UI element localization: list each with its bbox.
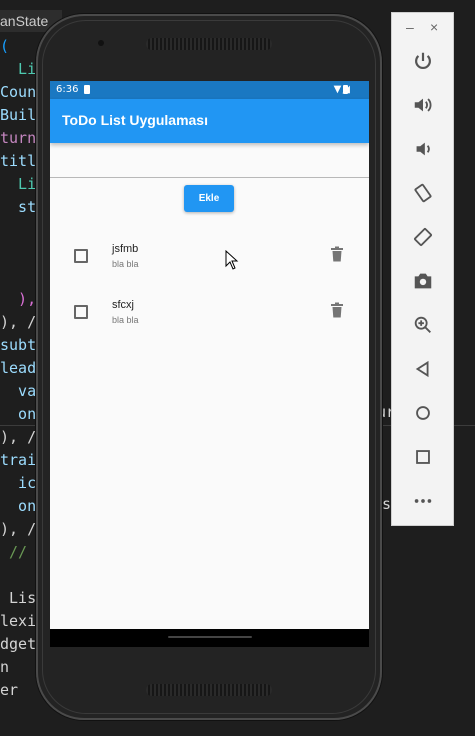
screenshot-button[interactable] [405,265,441,297]
volume-down-icon [416,142,430,156]
back-button[interactable] [405,353,441,385]
code-line: ), / [0,313,37,331]
phone-frame: 6:36 ▼◢ ToDo List Uygulaması Ekle jsfmb b… [36,14,382,720]
code-line: ), / [0,428,37,446]
code-line: n [0,658,10,676]
code-line: turn [0,129,37,147]
todo-subtitle: bla bla [112,315,139,325]
volume-up-button[interactable] [405,89,441,121]
back-icon [415,360,429,378]
code-line: on [0,497,37,515]
zoom-icon [414,316,431,333]
volume-up-icon [414,98,432,112]
code-line: subt [0,336,37,354]
top-speaker [146,38,272,50]
code-line: Buil [0,106,37,124]
code-line: st [0,198,37,216]
code-line: // [0,543,28,561]
status-time: 6:36 [56,84,79,95]
code-line: Li [0,175,37,193]
app-title: ToDo List Uygulaması [62,112,208,128]
sd-card-icon [84,85,90,94]
bottom-speaker [146,684,272,696]
mouse-cursor-icon [225,250,239,270]
front-camera [98,40,104,46]
code-line: lead [0,359,37,377]
code-fragment: s [382,495,392,513]
code-line: er [0,681,19,699]
rotate-left-button[interactable] [405,177,441,209]
gesture-handle[interactable] [168,636,252,638]
code-line: ), [0,290,37,308]
navigation-bar [50,629,369,647]
power-icon [415,52,431,70]
volume-down-button[interactable] [405,133,441,165]
todo-item[interactable]: jsfmb bla bla [50,234,369,282]
code-line: ( [0,37,10,55]
add-button[interactable]: Ekle [184,185,234,212]
todo-title: jsfmb [112,243,139,255]
more-button[interactable] [405,485,441,517]
home-icon [416,406,430,420]
todo-checkbox[interactable] [74,249,88,263]
code-line: on [0,405,37,423]
code-line: ), / [0,520,37,538]
home-button[interactable] [405,397,441,429]
minimize-button[interactable]: – [406,19,414,35]
close-button[interactable]: × [430,19,438,35]
more-icon [414,499,432,503]
emulator-toolbar: – × [391,12,454,526]
rotate-right-button[interactable] [405,221,441,253]
overview-button[interactable] [405,441,441,473]
power-button[interactable] [405,45,441,77]
rotate-right-icon [414,228,432,246]
app-bar: ToDo List Uygulaması [50,99,369,143]
code-line: va [0,382,37,400]
todo-subtitle: bla bla [112,259,139,269]
todo-item[interactable]: sfcxj bla bla [50,290,369,338]
delete-icon[interactable] [330,246,344,262]
delete-icon[interactable] [330,302,344,318]
code-line: Coun [0,83,37,101]
todo-title: sfcxj [112,299,134,311]
todo-checkbox[interactable] [74,305,88,319]
screenshot-icon [414,273,432,289]
overview-icon [416,450,430,464]
code-line: ic [0,474,37,492]
zoom-button[interactable] [405,309,441,341]
status-bar: 6:36 ▼◢ [50,81,369,99]
todo-input[interactable] [50,143,369,178]
app-screen: 6:36 ▼◢ ToDo List Uygulaması Ekle jsfmb b… [50,81,369,647]
battery-icon [343,85,348,94]
rotate-left-icon [414,183,432,203]
code-line: trai [0,451,37,469]
emulator-window-controls: – × [392,17,453,39]
